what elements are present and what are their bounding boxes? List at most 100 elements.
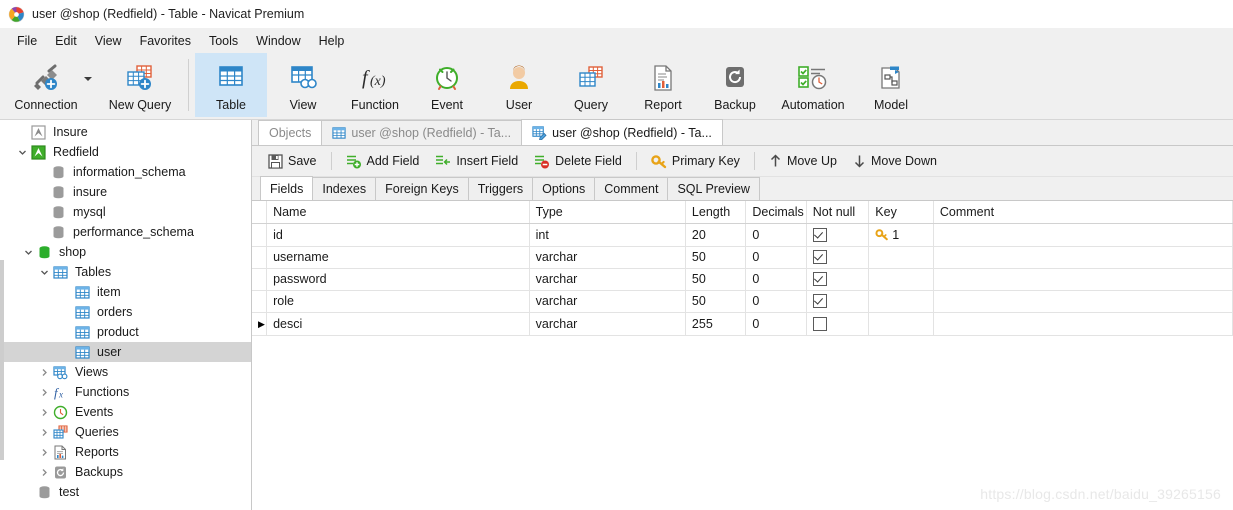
twisty-closed-icon[interactable] — [36, 368, 52, 377]
cell-field-name[interactable]: username — [266, 246, 530, 269]
sidebar-item-test[interactable]: test — [0, 482, 251, 502]
toolbar-backup-button[interactable]: Backup — [699, 53, 771, 117]
cell-field-name[interactable]: desci — [266, 312, 530, 336]
move-up-button[interactable]: Move Up — [761, 149, 845, 173]
cell-field-comment[interactable] — [933, 268, 1233, 291]
sidebar-item-information-schema[interactable]: information_schema — [0, 162, 251, 182]
cell-field-comment[interactable] — [933, 290, 1233, 313]
sidebar-item-orders[interactable]: orders — [0, 302, 251, 322]
sidebar-item-insure-conn[interactable]: Insure — [0, 122, 251, 142]
menu-view[interactable]: View — [86, 31, 131, 51]
twisty-closed-icon[interactable] — [36, 468, 52, 477]
menu-tools[interactable]: Tools — [200, 31, 247, 51]
sidebar-scrollbar[interactable] — [0, 260, 4, 460]
not-null-checkbox[interactable] — [812, 316, 827, 331]
move-down-button[interactable]: Move Down — [845, 149, 945, 173]
column-header-key[interactable]: Key — [868, 201, 934, 224]
tab-user-table-design[interactable]: user @shop (Redfield) - Ta... — [521, 119, 723, 145]
subtab-foreign-keys[interactable]: Foreign Keys — [375, 177, 469, 200]
menu-help[interactable]: Help — [310, 31, 354, 51]
toolbar-function-button[interactable]: f (x) Function — [339, 53, 411, 117]
sidebar-item-functions[interactable]: fx Functions — [0, 382, 251, 402]
not-null-checkbox[interactable] — [812, 227, 827, 242]
toolbar-connection-button[interactable]: Connection — [4, 53, 88, 117]
insert-field-button[interactable]: Insert Field — [427, 149, 526, 173]
not-null-checkbox[interactable] — [812, 272, 827, 287]
table-row[interactable]: id int 20 0 1 — [252, 223, 1233, 247]
toolbar-model-button[interactable]: Model — [855, 53, 927, 117]
table-row[interactable]: username varchar 50 0 — [252, 246, 1233, 269]
cell-field-decimals[interactable]: 0 — [745, 223, 807, 247]
sidebar-item-item[interactable]: item — [0, 282, 251, 302]
twisty-closed-icon[interactable] — [36, 448, 52, 457]
sidebar-item-user[interactable]: user — [0, 342, 251, 362]
sidebar-item-queries[interactable]: Queries — [0, 422, 251, 442]
subtab-triggers[interactable]: Triggers — [467, 177, 534, 200]
add-field-button[interactable]: Add Field — [338, 149, 428, 173]
twisty-closed-icon[interactable] — [36, 388, 52, 397]
cell-field-type[interactable]: varchar — [529, 246, 686, 269]
sidebar-item-events[interactable]: Events — [0, 402, 251, 422]
cell-field-length[interactable]: 20 — [685, 223, 747, 247]
tab-user-table-data[interactable]: user @shop (Redfield) - Ta... — [321, 120, 523, 145]
menu-edit[interactable]: Edit — [46, 31, 86, 51]
cell-field-key[interactable] — [868, 268, 934, 291]
subtab-fields[interactable]: Fields — [260, 176, 314, 200]
toolbar-query-button[interactable]: Query — [555, 53, 627, 117]
toolbar-new-query-button[interactable]: New Query — [98, 53, 182, 117]
sidebar-item-redfield-conn[interactable]: Redfield — [0, 142, 251, 162]
twisty-open-icon[interactable] — [20, 248, 36, 257]
cell-field-type[interactable]: int — [529, 223, 686, 247]
twisty-closed-icon[interactable] — [36, 428, 52, 437]
object-tree-sidebar[interactable]: Insure Redfield information_schema insur… — [0, 120, 252, 510]
cell-field-not-null[interactable] — [806, 290, 870, 313]
cell-field-name[interactable]: role — [266, 290, 530, 313]
subtab-comment[interactable]: Comment — [594, 177, 669, 200]
column-header-not-null[interactable]: Not null — [806, 201, 870, 224]
cell-field-comment[interactable] — [933, 223, 1233, 247]
cell-field-key[interactable] — [868, 312, 934, 336]
toolbar-table-button[interactable]: Table — [195, 53, 267, 117]
save-button[interactable]: Save — [260, 149, 325, 173]
cell-field-length[interactable]: 255 — [685, 312, 747, 336]
cell-field-decimals[interactable]: 0 — [745, 246, 807, 269]
twisty-open-icon[interactable] — [36, 268, 52, 277]
cell-field-length[interactable]: 50 — [685, 246, 747, 269]
table-row[interactable]: role varchar 50 0 — [252, 290, 1233, 313]
column-header-type[interactable]: Type — [529, 201, 686, 224]
menu-favorites[interactable]: Favorites — [131, 31, 200, 51]
twisty-open-icon[interactable] — [14, 148, 30, 157]
primary-key-button[interactable]: Primary Key — [643, 149, 748, 173]
cell-field-key[interactable]: 1 — [868, 223, 934, 247]
cell-field-not-null[interactable] — [806, 223, 870, 247]
fields-grid[interactable]: Name Type Length Decimals Not null Key C… — [252, 201, 1233, 510]
cell-field-type[interactable]: varchar — [529, 312, 686, 336]
column-header-length[interactable]: Length — [685, 201, 747, 224]
cell-field-decimals[interactable]: 0 — [745, 268, 807, 291]
sidebar-item-product[interactable]: product — [0, 322, 251, 342]
menu-window[interactable]: Window — [247, 31, 309, 51]
sidebar-item-views[interactable]: Views — [0, 362, 251, 382]
toolbar-event-button[interactable]: Event — [411, 53, 483, 117]
subtab-indexes[interactable]: Indexes — [312, 177, 377, 200]
cell-field-comment[interactable] — [933, 246, 1233, 269]
sidebar-item-performance-schema[interactable]: performance_schema — [0, 222, 251, 242]
delete-field-button[interactable]: Delete Field — [526, 149, 630, 173]
menu-file[interactable]: File — [8, 31, 46, 51]
sidebar-item-backups[interactable]: Backups — [0, 462, 251, 482]
subtab-sql-preview[interactable]: SQL Preview — [667, 177, 760, 200]
column-header-decimals[interactable]: Decimals — [745, 201, 807, 224]
cell-field-name[interactable]: id — [266, 223, 530, 247]
sidebar-item-mysql[interactable]: mysql — [0, 202, 251, 222]
sidebar-item-tables[interactable]: Tables — [0, 262, 251, 282]
not-null-checkbox[interactable] — [812, 294, 827, 309]
cell-field-length[interactable]: 50 — [685, 268, 747, 291]
cell-field-name[interactable]: password — [266, 268, 530, 291]
toolbar-report-button[interactable]: Report — [627, 53, 699, 117]
twisty-closed-icon[interactable] — [36, 408, 52, 417]
tab-objects[interactable]: Objects — [258, 120, 323, 145]
sidebar-item-shop[interactable]: shop — [0, 242, 251, 262]
table-row[interactable]: password varchar 50 0 — [252, 268, 1233, 291]
cell-field-type[interactable]: varchar — [529, 268, 686, 291]
cell-field-decimals[interactable]: 0 — [745, 290, 807, 313]
